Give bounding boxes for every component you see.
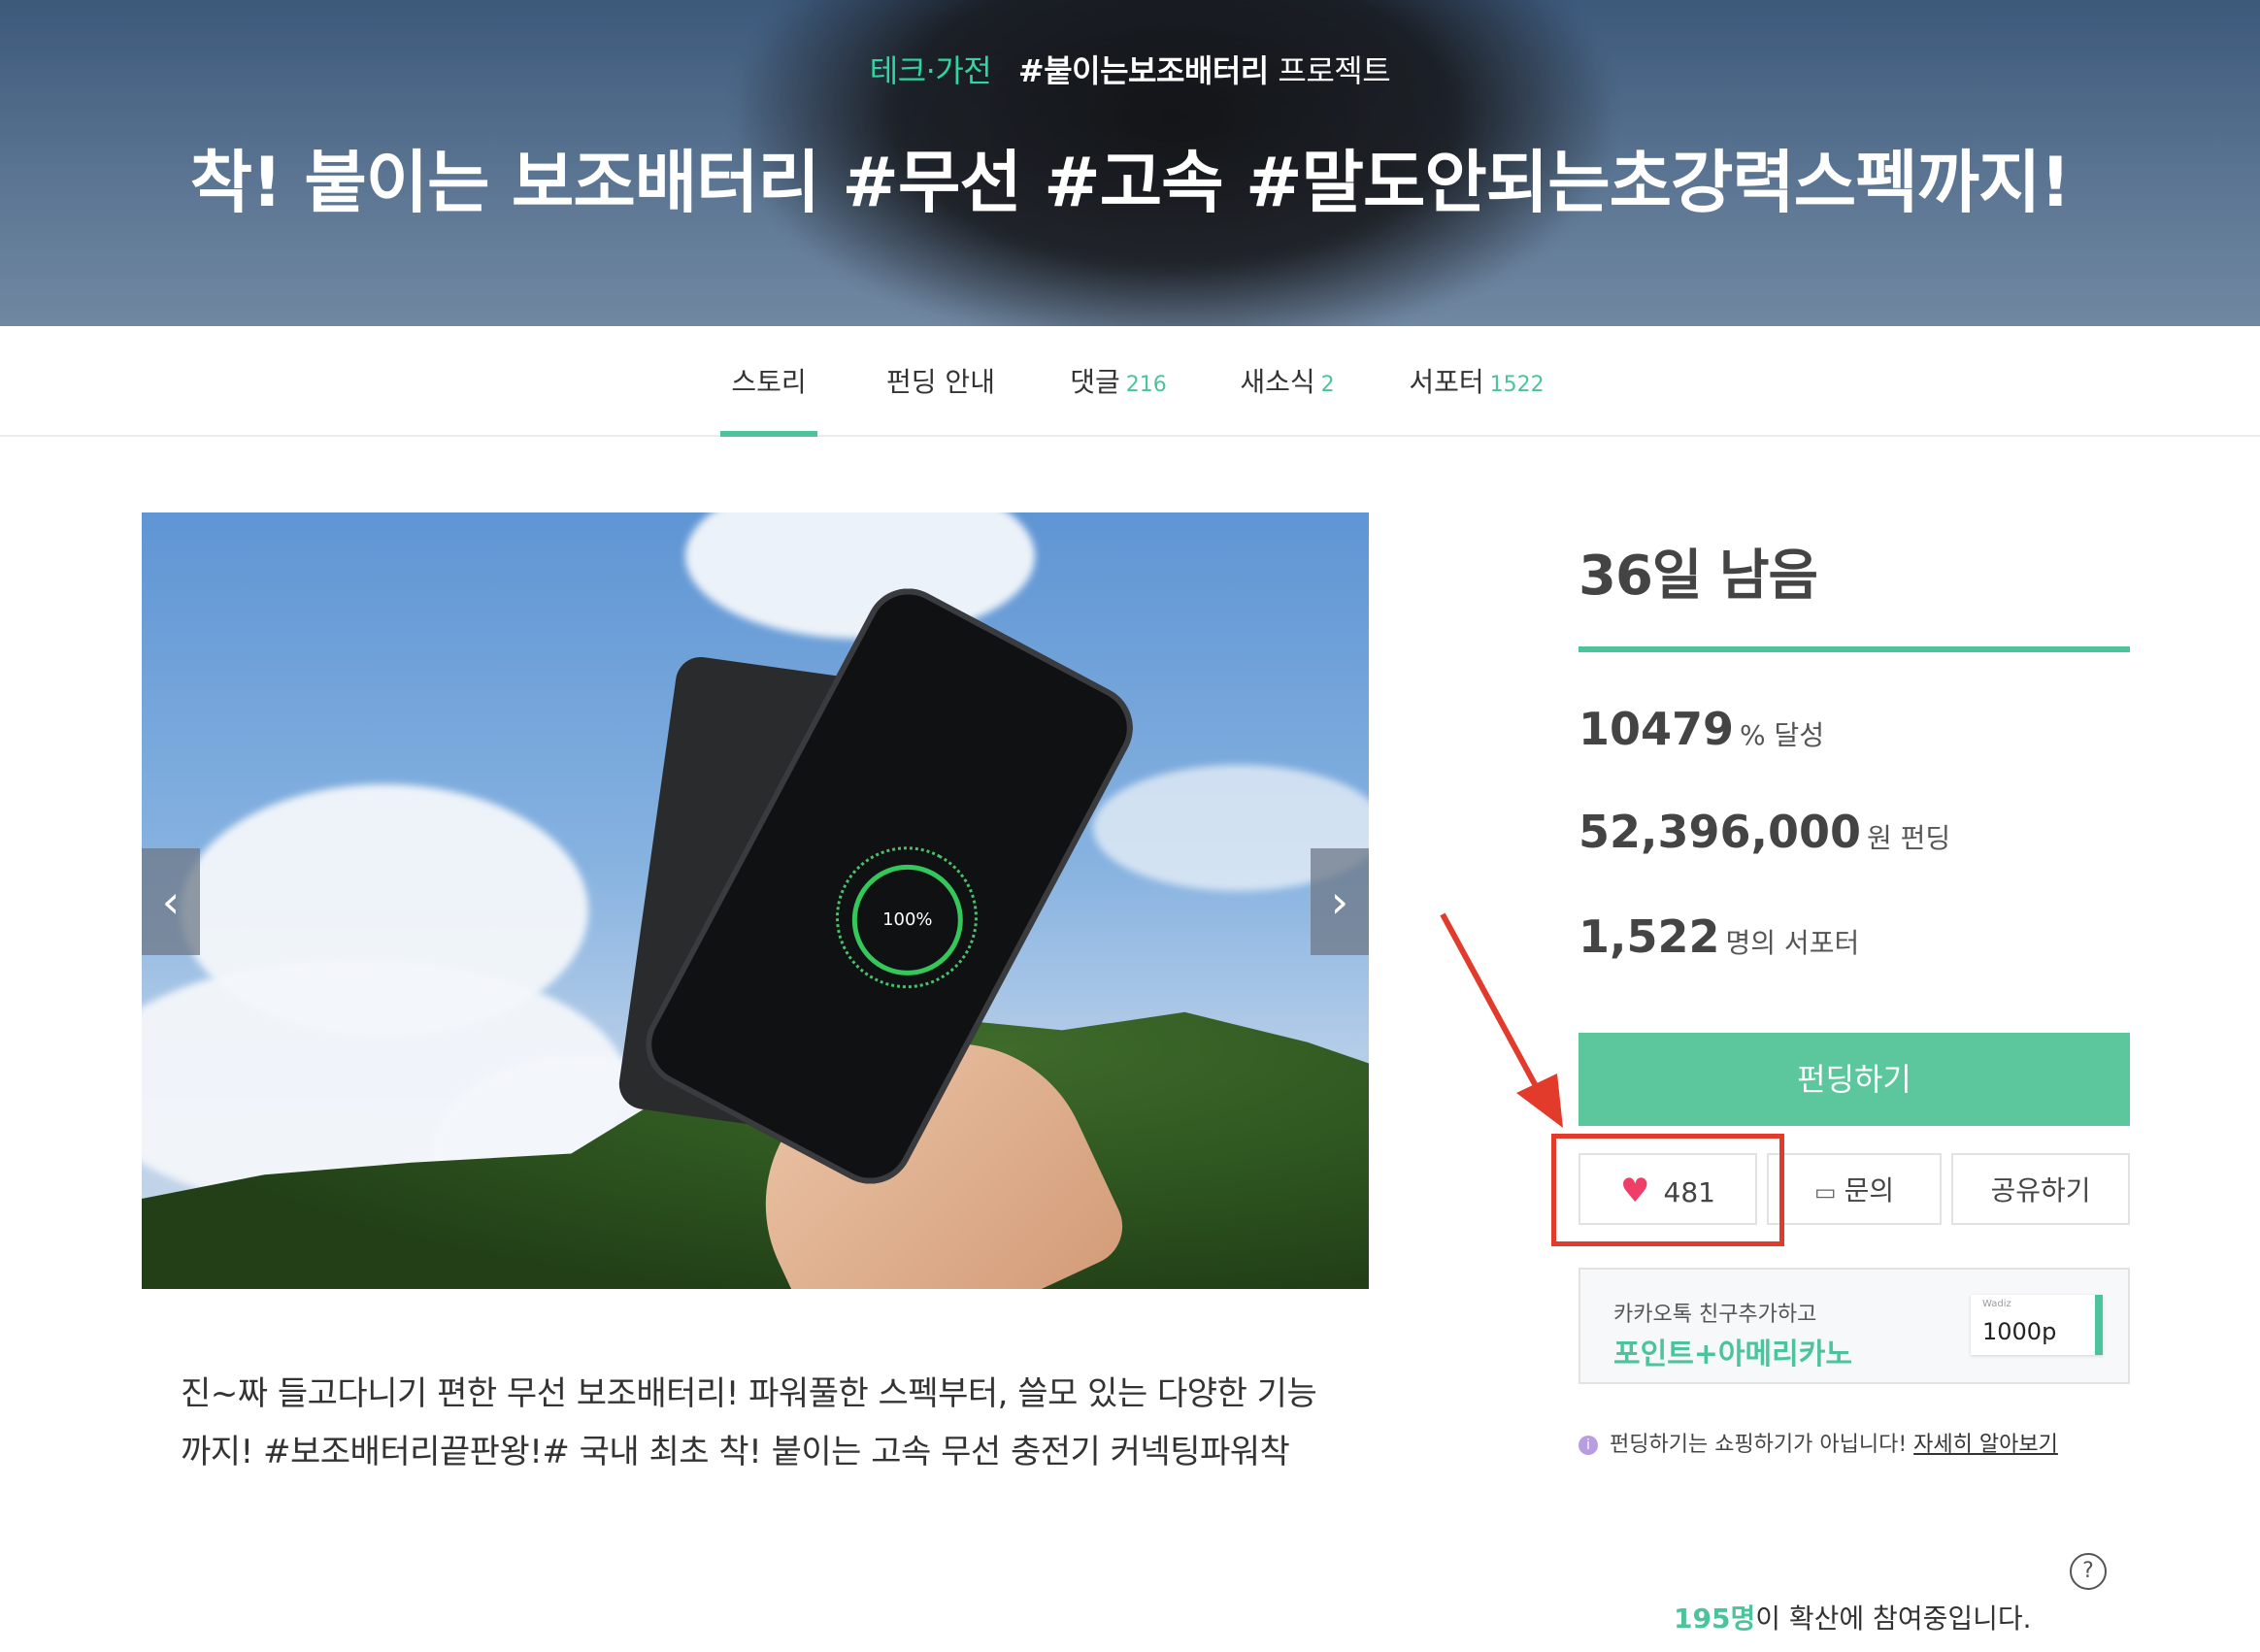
tab-count: 1522	[1489, 373, 1545, 397]
supporters-unit: 명의 서포터	[1725, 927, 1860, 959]
cloud	[685, 512, 1035, 639]
inquiry-label: 문의	[1844, 1174, 1895, 1206]
achievement-rate: 10479% 달성	[1579, 703, 1824, 755]
spread-participation: 195명이 확산에 참여중입니다.	[1674, 1598, 2032, 1636]
days-remaining: 36일 남음	[1579, 545, 1818, 608]
tab-label: 스토리	[731, 366, 807, 398]
tab-supporters[interactable]: 서포터 1522	[1406, 326, 1547, 435]
slider-prev-button[interactable]: ‹	[142, 848, 200, 955]
tab-count: 2	[1320, 373, 1335, 397]
info-icon: i	[1579, 1436, 1598, 1455]
kakao-promo-highlight: 포인트+아메리카노	[1613, 1338, 1852, 1371]
inquiry-button[interactable]: ▭ 문의	[1767, 1153, 1942, 1225]
supporters-value: 1,522	[1579, 910, 1720, 963]
notice-text: 펀딩하기는 쇼핑하기가 아닙니다!	[1610, 1433, 1908, 1457]
points-coupon: Wadiz 1000p	[1971, 1295, 2103, 1355]
achievement-unit: % 달성	[1740, 719, 1825, 751]
project-image-slider[interactable]: 100% ‹ ›	[142, 512, 1369, 1289]
tab-funding-guide[interactable]: 펀딩 안내	[883, 326, 998, 435]
tab-comments[interactable]: 댓글 216	[1068, 326, 1169, 435]
tab-label: 서포터	[1409, 366, 1484, 398]
annotation-highlight-box	[1551, 1134, 1784, 1246]
tab-news[interactable]: 새소식 2	[1237, 326, 1338, 435]
supporter-count: 1,522 명의 서포터	[1579, 910, 1859, 963]
message-icon: ▭	[1813, 1178, 1837, 1206]
share-button[interactable]: 공유하기	[1951, 1153, 2130, 1225]
project-suffix: 프로젝트	[1278, 52, 1391, 89]
help-icon[interactable]: ?	[2070, 1553, 2107, 1590]
tab-count: 216	[1125, 373, 1167, 397]
share-label: 공유하기	[1990, 1174, 2091, 1206]
fund-button[interactable]: 펀딩하기	[1579, 1033, 2130, 1126]
amount-value: 52,396,000	[1579, 806, 1862, 858]
annotation-arrow-icon	[1440, 912, 1563, 1128]
kakao-promo-text: 카카오톡 친구추가하고	[1613, 1303, 1817, 1327]
project-meta: 테크·가전 #붙이는보조배터리 프로젝트	[0, 47, 2260, 91]
spread-count: 195명	[1674, 1602, 1756, 1635]
charging-indicator: 100%	[851, 864, 963, 975]
project-title: 착! 붙이는 보조배터리 #무선 #고속 #말도안되는초강력스펙까지!	[189, 143, 2072, 222]
coupon-points: 1000p	[1982, 1318, 2057, 1345]
tab-story[interactable]: 스토리	[720, 326, 817, 437]
project-summary: 진~짜 들고다니기 편한 무선 보조배터리! 파워풀한 스펙부터, 쓸모 있는 …	[181, 1374, 1317, 1471]
tab-label: 펀딩 안내	[886, 366, 995, 398]
project-tabs: 스토리 펀딩 안내 댓글 216 새소식 2 서포터 1522	[0, 326, 2260, 437]
project-hashtag[interactable]: #붙이는보조배터리	[1018, 52, 1269, 89]
amount-unit: 원 펀딩	[1867, 822, 1951, 854]
coupon-brand: Wadiz	[1982, 1299, 2011, 1309]
chevron-left-icon: ‹	[161, 876, 181, 928]
tab-label: 댓글	[1070, 366, 1120, 398]
project-hero: 테크·가전 #붙이는보조배터리 프로젝트 착! 붙이는 보조배터리 #무선 #고…	[0, 0, 2260, 326]
chevron-right-icon: ›	[1330, 876, 1349, 928]
spread-text: 이 확산에 참여중입니다.	[1755, 1602, 2032, 1635]
tab-label: 새소식	[1240, 366, 1315, 398]
achievement-value: 10479	[1579, 703, 1735, 755]
progress-fill	[1579, 646, 2130, 652]
slider-next-button[interactable]: ›	[1311, 848, 1369, 955]
category-link[interactable]: 테크·가전	[870, 52, 992, 89]
learn-more-link[interactable]: 자세히 알아보기	[1913, 1433, 2058, 1457]
funded-amount: 52,396,000 원 펀딩	[1579, 806, 1950, 858]
kakao-promo-banner[interactable]: 카카오톡 친구추가하고 포인트+아메리카노 Wadiz 1000p	[1579, 1268, 2130, 1384]
funding-progress-bar	[1579, 646, 2130, 652]
funding-notice: i 펀딩하기는 쇼핑하기가 아닙니다! 자세히 알아보기	[1579, 1427, 2058, 1458]
